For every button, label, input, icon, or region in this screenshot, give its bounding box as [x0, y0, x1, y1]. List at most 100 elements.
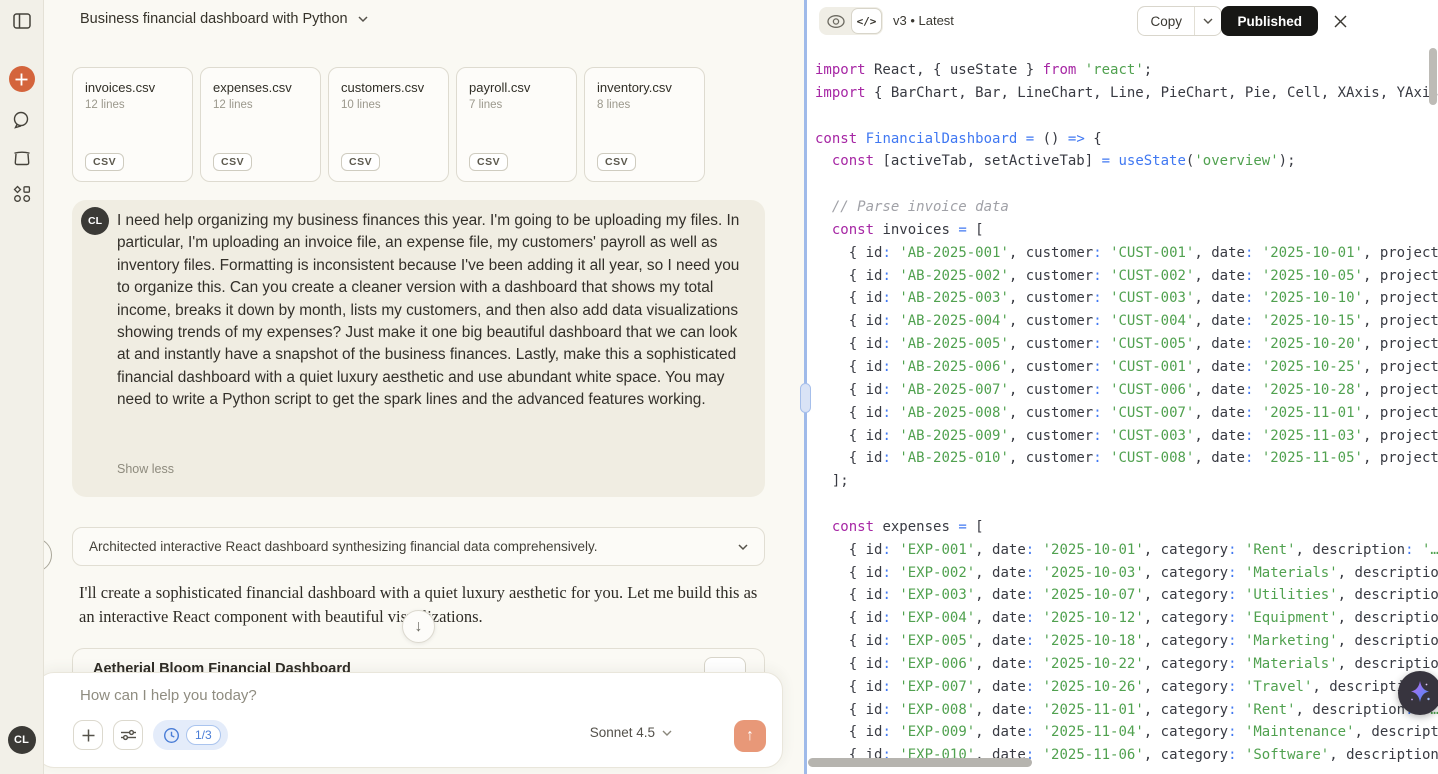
- code-line: { id: 'AB-2025-006', customer: 'CUST-001…: [815, 356, 1438, 379]
- arrow-up-icon: ↑: [746, 727, 754, 745]
- code-line: { id: 'AB-2025-003', customer: 'CUST-003…: [815, 287, 1438, 310]
- code-icon: </>: [857, 15, 877, 28]
- chevron-down-icon: [358, 14, 368, 24]
- code-line: { id: 'EXP-001', date: '2025-10-01', cat…: [815, 539, 1438, 562]
- file-name: payroll.csv: [469, 80, 564, 95]
- chat-composer: How can I help you today? 1/3 Sonnet 4.5…: [36, 672, 783, 768]
- model-selector[interactable]: Sonnet 4.5: [590, 725, 672, 740]
- code-line: // Parse invoice data: [815, 196, 1438, 219]
- code-line: { id: 'AB-2025-004', customer: 'CUST-004…: [815, 310, 1438, 333]
- code-line: { id: 'AB-2025-010', customer: 'CUST-008…: [815, 447, 1438, 470]
- chats-icon[interactable]: [8, 106, 36, 134]
- code-line: { id: 'EXP-005', date: '2025-10-18', cat…: [815, 630, 1438, 653]
- horizontal-scrollbar-thumb[interactable]: [808, 758, 1032, 767]
- chat-input[interactable]: How can I help you today?: [80, 687, 680, 704]
- sparkle-extension-button[interactable]: [1398, 671, 1438, 715]
- code-toggle-button[interactable]: </>: [851, 8, 882, 34]
- chevron-down-icon: [1203, 16, 1213, 26]
- code-line: { id: 'EXP-004', date: '2025-10-12', cat…: [815, 607, 1438, 630]
- code-line: const expenses = [: [815, 516, 1438, 539]
- code-content: import React, { useState } from 'react';…: [807, 42, 1438, 767]
- eye-icon: [827, 15, 845, 28]
- code-line: import React, { useState } from 'react';: [815, 59, 1438, 82]
- code-line: { id: 'EXP-003', date: '2025-10-07', cat…: [815, 584, 1438, 607]
- file-name: expenses.csv: [213, 80, 308, 95]
- version-label[interactable]: v3 • Latest: [893, 13, 954, 28]
- sidebar-toggle-icon[interactable]: [8, 7, 36, 35]
- file-card[interactable]: inventory.csv 8 lines CSV: [584, 67, 705, 182]
- projects-icon[interactable]: [8, 143, 36, 171]
- user-message-bubble: CL I need help organizing my business fi…: [72, 200, 765, 497]
- file-card[interactable]: payroll.csv7 linesCSV: [456, 67, 577, 182]
- copy-options-button[interactable]: [1195, 7, 1221, 35]
- arrow-down-icon: ↓: [415, 618, 423, 636]
- user-avatar[interactable]: CL: [8, 726, 36, 754]
- vertical-scrollbar-thumb[interactable]: [1429, 48, 1437, 105]
- code-line: import { BarChart, Bar, LineChart, Line,…: [815, 82, 1438, 105]
- scroll-down-button[interactable]: ↓: [402, 610, 435, 643]
- file-name: inventory.csv: [597, 80, 692, 95]
- file-line-count: 8 lines: [597, 99, 692, 111]
- code-line: { id: 'AB-2025-005', customer: 'CUST-005…: [815, 333, 1438, 356]
- split-resize-handle[interactable]: [800, 383, 811, 413]
- code-line: const invoices = [: [815, 219, 1438, 242]
- file-line-count: 10 lines: [341, 99, 436, 111]
- app-window: CL Business financial dashboard with Pyt…: [0, 0, 1438, 774]
- file-card[interactable]: invoices.csv 12 lines CSV: [72, 67, 193, 182]
- code-view[interactable]: import React, { useState } from 'react';…: [807, 42, 1438, 774]
- thinking-block[interactable]: Architected interactive React dashboard …: [72, 527, 765, 566]
- plus-icon: [82, 729, 95, 742]
- artifact-toolbar: </> v3 • Latest Copy Published: [807, 0, 1438, 42]
- code-line: ];: [815, 470, 1438, 493]
- code-line: { id: 'AB-2025-009', customer: 'CUST-003…: [815, 425, 1438, 448]
- code-line: { id: 'EXP-007', date: '2025-10-26', cat…: [815, 676, 1438, 699]
- code-line: { id: 'EXP-009', date: '2025-11-04', cat…: [815, 721, 1438, 744]
- code-line: const FinancialDashboard = () => {: [815, 128, 1438, 151]
- code-line: { id: 'EXP-008', date: '2025-11-01', cat…: [815, 699, 1438, 722]
- file-type-badge: CSV: [597, 153, 636, 171]
- conversation-title: Business financial dashboard with Python: [80, 11, 348, 27]
- attach-button[interactable]: [73, 720, 103, 750]
- sparkle-star-icon: [1405, 678, 1435, 708]
- close-icon: [1334, 15, 1347, 28]
- tools-button[interactable]: [113, 720, 143, 750]
- connectors-icon[interactable]: [8, 180, 36, 208]
- code-line: [815, 173, 1438, 196]
- conversation-header[interactable]: Business financial dashboard with Python: [80, 11, 368, 27]
- published-button[interactable]: Published: [1221, 6, 1318, 36]
- clock-icon: [163, 727, 180, 744]
- user-message-avatar: CL: [81, 207, 109, 235]
- artifact-panel: </> v3 • Latest Copy Published import Re…: [807, 0, 1438, 774]
- view-toggle: </>: [819, 7, 883, 35]
- code-line: { id: 'EXP-006', date: '2025-10-22', cat…: [815, 653, 1438, 676]
- code-line: { id: 'EXP-002', date: '2025-10-03', cat…: [815, 562, 1438, 585]
- file-line-count: 12 lines: [85, 99, 180, 111]
- file-line-count: 7 lines: [469, 99, 564, 111]
- user-message-text: I need help organizing my business finan…: [117, 210, 745, 412]
- copy-split-button: Copy: [1137, 6, 1222, 36]
- file-type-badge: CSV: [85, 153, 124, 171]
- file-name: invoices.csv: [85, 80, 180, 95]
- left-rail: CL: [0, 0, 44, 774]
- thinking-summary: Architected interactive React dashboard …: [89, 539, 738, 554]
- copy-button[interactable]: Copy: [1138, 7, 1194, 35]
- usage-limit-pill[interactable]: 1/3: [153, 720, 228, 750]
- code-line: const [activeTab, setActiveTab] = useSta…: [815, 150, 1438, 173]
- model-name: Sonnet 4.5: [590, 725, 655, 740]
- file-type-badge: CSV: [341, 153, 380, 171]
- close-panel-button[interactable]: [1330, 11, 1350, 31]
- chevron-down-icon: [738, 542, 748, 552]
- code-line: { id: 'AB-2025-002', customer: 'CUST-002…: [815, 265, 1438, 288]
- file-card[interactable]: expenses.csv 12 lines CSV: [200, 67, 321, 182]
- code-line: { id: 'AB-2025-001', customer: 'CUST-001…: [815, 242, 1438, 265]
- code-line: { id: 'AB-2025-007', customer: 'CUST-006…: [815, 379, 1438, 402]
- file-type-badge: CSV: [213, 153, 252, 171]
- new-chat-button[interactable]: [9, 66, 35, 92]
- code-line: { id: 'AB-2025-008', customer: 'CUST-007…: [815, 402, 1438, 425]
- file-card[interactable]: customers.csv10 linesCSV: [328, 67, 449, 182]
- uploaded-files-row: invoices.csv 12 lines CSV expenses.csv 12 li…: [72, 67, 705, 182]
- preview-toggle-button[interactable]: [820, 8, 851, 34]
- file-line-count: 12 lines: [213, 99, 308, 111]
- show-less-link[interactable]: Show less: [117, 462, 174, 476]
- send-button[interactable]: ↑: [734, 720, 766, 752]
